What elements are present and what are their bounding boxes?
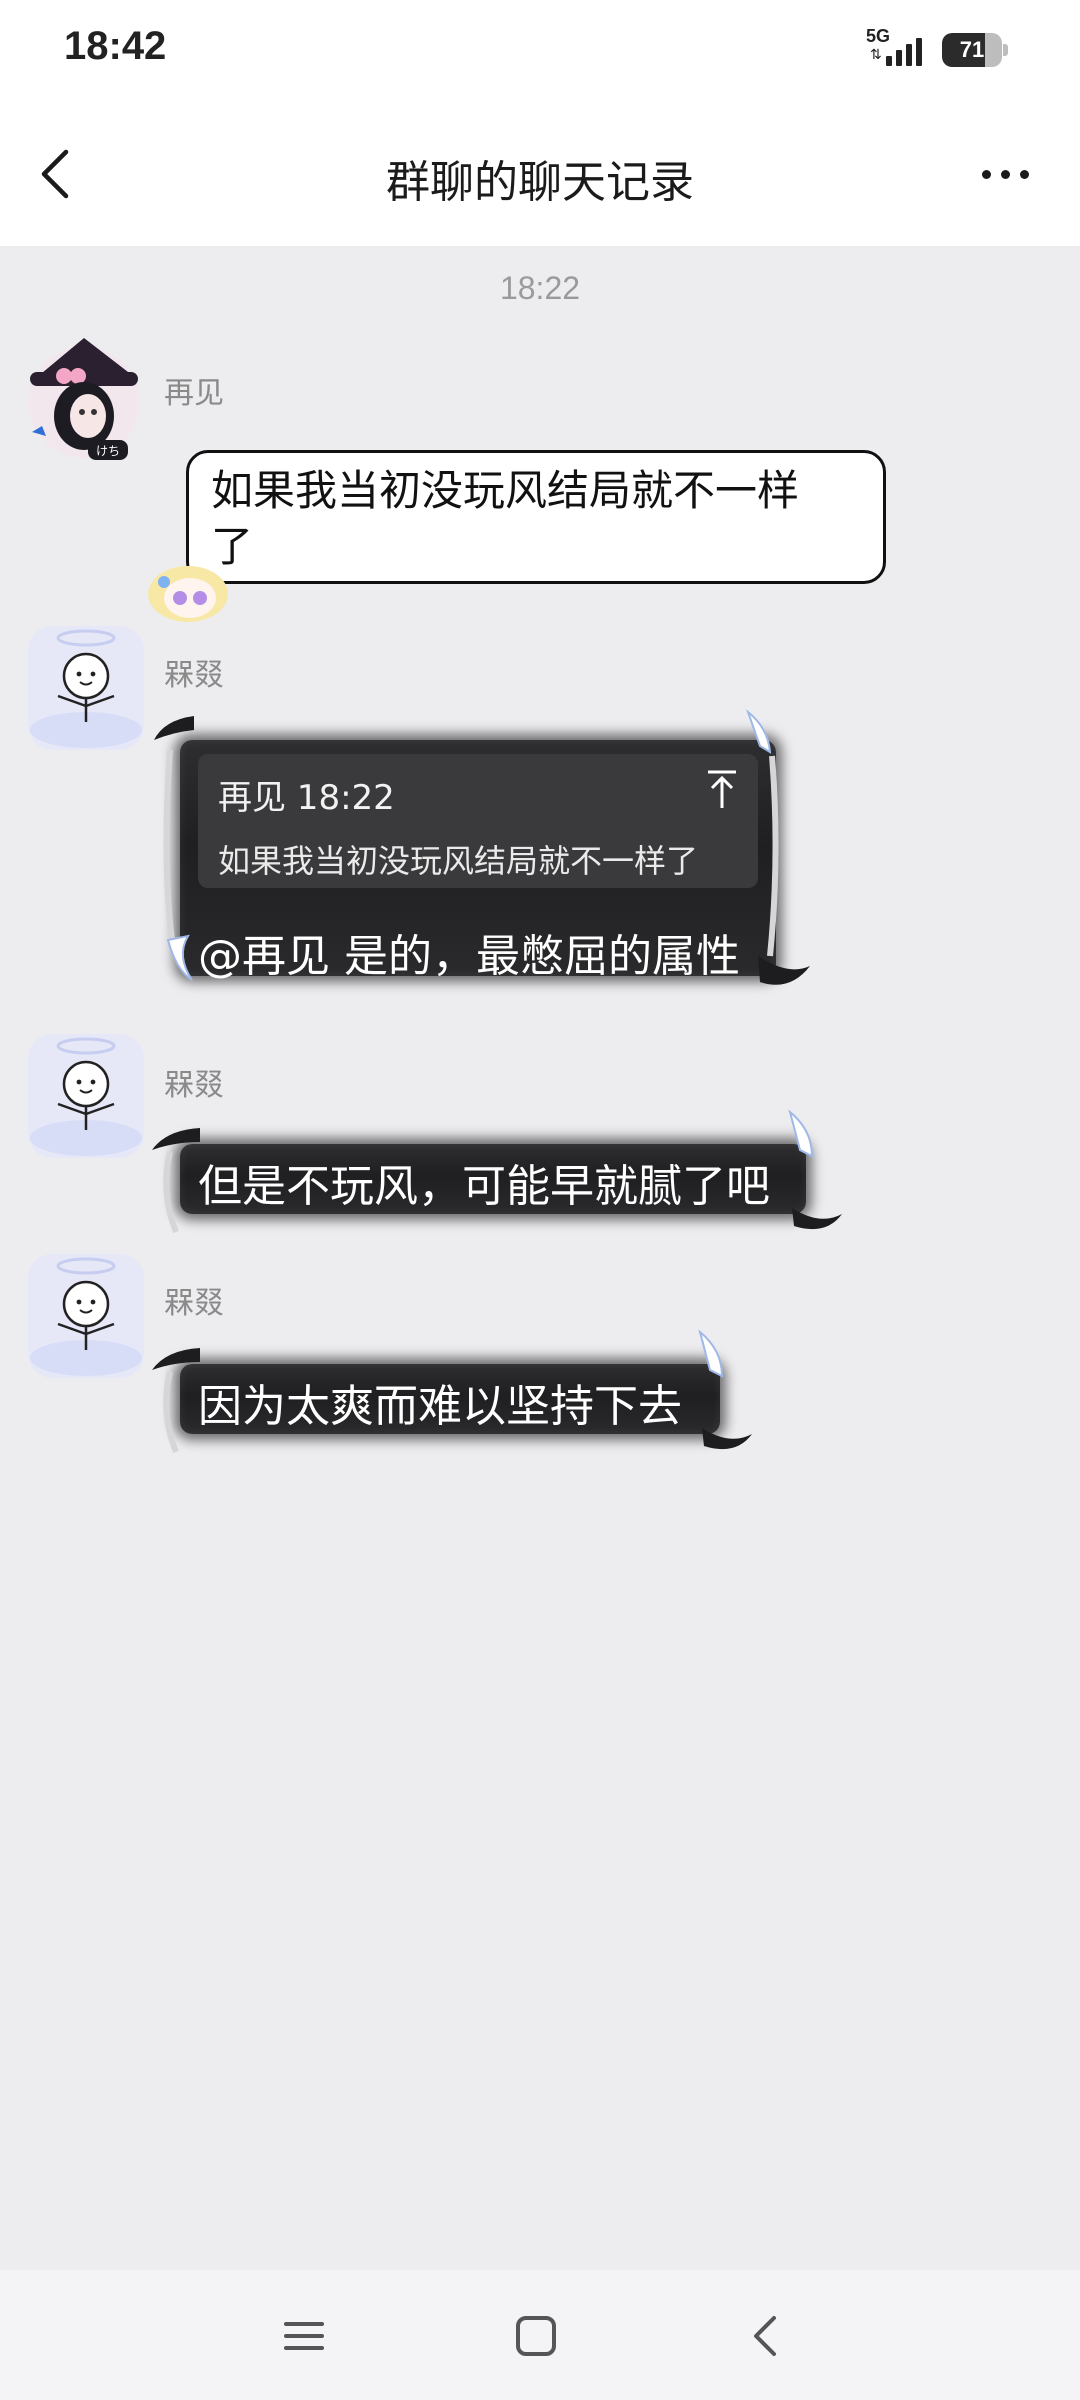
title-bar: 群聊的聊天记录 bbox=[0, 100, 1080, 246]
back-nav-button[interactable] bbox=[736, 2306, 796, 2366]
bubble-wing-decoration-icon bbox=[745, 709, 810, 985]
message-bubble[interactable]: 但是不玩风，可能早就腻了吧 bbox=[180, 1144, 806, 1214]
more-dots-icon bbox=[981, 169, 991, 179]
bubble-wing-decoration-icon bbox=[788, 1109, 842, 1230]
avatar-witch-icon: けち bbox=[28, 338, 140, 460]
quote-author-time: 再见 18:22 bbox=[218, 778, 395, 818]
message-bubble[interactable]: 再见 18:22 如果我当初没玩风结局就不一样了 @再见 是的，最憋屈的属性 bbox=[180, 740, 776, 982]
avatar-cloud-doodle-icon bbox=[28, 1254, 144, 1378]
signal-bars bbox=[886, 38, 922, 66]
bubble-wing-decoration-icon bbox=[152, 1128, 200, 1234]
avatar-meizhuo[interactable] bbox=[20, 1030, 152, 1162]
data-arrows-icon: ⇅ bbox=[870, 47, 882, 63]
jump-to-original-icon[interactable] bbox=[704, 768, 740, 812]
status-bar: 18:42 5G ⇅ 71 bbox=[0, 0, 1080, 100]
message-text-line: 了 bbox=[211, 522, 254, 571]
message-text: 但是不玩风，可能早就腻了吧 bbox=[198, 1161, 770, 1212]
message-bubble[interactable]: 如果我当初没玩风结局就不一样 了 bbox=[186, 450, 886, 584]
message-text: 因为太爽而难以坚持下去 bbox=[198, 1381, 682, 1432]
sender-name: 槑叕 bbox=[164, 658, 224, 693]
avatar-zaijian[interactable]: けち bbox=[18, 332, 150, 464]
battery-level: 71 bbox=[959, 37, 985, 62]
bubble-wing-decoration-icon bbox=[152, 1348, 200, 1454]
back-chevron-icon bbox=[754, 2316, 776, 2356]
avatar-cloud-doodle-icon bbox=[28, 1034, 144, 1158]
avatar-cloud-doodle-icon bbox=[28, 626, 144, 750]
avatar-meizhuo[interactable] bbox=[20, 622, 152, 754]
chibi-sticker-icon bbox=[148, 566, 228, 622]
status-icons: 5G ⇅ 71 bbox=[866, 26, 1008, 74]
bubble-wing-decoration-icon bbox=[698, 1329, 752, 1450]
sender-name: 再见 bbox=[164, 376, 224, 411]
sender-name: 槑叕 bbox=[164, 1068, 224, 1103]
home-button[interactable] bbox=[506, 2306, 566, 2366]
quoted-message[interactable]: 再见 18:22 如果我当初没玩风结局就不一样了 bbox=[198, 754, 758, 888]
bubble-wing-decoration-icon bbox=[154, 716, 194, 981]
more-button[interactable] bbox=[970, 154, 1040, 194]
avatar-meizhuo[interactable] bbox=[20, 1250, 152, 1382]
quote-text: 如果我当初没玩风结局就不一样了 bbox=[218, 842, 699, 880]
message-bubble[interactable]: 因为太爽而难以坚持下去 bbox=[180, 1364, 720, 1434]
message-text-line: 如果我当初没玩风结局就不一样 bbox=[211, 466, 800, 515]
home-square-icon bbox=[516, 2316, 556, 2356]
recent-apps-button[interactable] bbox=[274, 2306, 334, 2366]
message-text: @再见 是的，最憋屈的属性 bbox=[198, 931, 740, 982]
chat-history[interactable]: 18:22 けち 再见 如果我当初没玩风结局就不一样 了 槑叕 再见 18:22… bbox=[0, 246, 1080, 2270]
svg-text:けち: けち bbox=[96, 444, 120, 458]
sender-name: 槑叕 bbox=[164, 1286, 224, 1321]
menu-icon bbox=[284, 2322, 324, 2350]
cellular-signal-icon: 5G ⇅ bbox=[866, 26, 926, 72]
battery-icon: 71 bbox=[942, 33, 1008, 67]
message-timestamp: 18:22 bbox=[499, 270, 581, 306]
page-title: 群聊的聊天记录 bbox=[386, 157, 694, 208]
system-nav-bar bbox=[0, 2270, 1080, 2400]
status-time: 18:42 bbox=[64, 24, 167, 68]
